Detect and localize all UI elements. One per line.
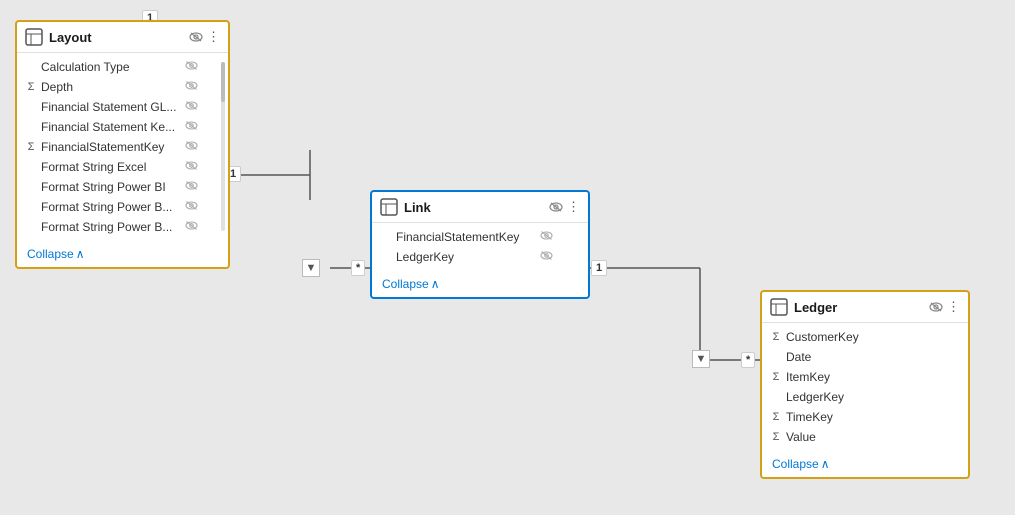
badge-ledger-star: * — [741, 352, 755, 368]
ledger-more-icon[interactable]: ⋮ — [947, 299, 960, 315]
ledger-table: Ledger ⋮ Σ CustomerKey Date — [760, 290, 970, 479]
connector-arrow-link-ledger: ▼ — [692, 350, 710, 368]
table-row: Format String Excel — [17, 157, 228, 177]
table-row: Financial Statement GL... — [17, 97, 228, 117]
ledger-table-icon — [770, 298, 788, 316]
layout-scrollbar-thumb[interactable] — [221, 62, 225, 102]
table-row: Calculation Type — [17, 57, 228, 77]
link-header-icons: ⋮ — [549, 199, 580, 215]
link-table-header: Link ⋮ — [372, 192, 588, 223]
link-table-icon — [380, 198, 398, 216]
table-row: Σ Depth — [17, 77, 228, 97]
layout-table-body: Calculation Type Σ Depth — [17, 53, 228, 241]
link-more-icon[interactable]: ⋮ — [567, 199, 580, 215]
layout-table: Layout ⋮ Calculation Type — [15, 20, 230, 269]
link-table-footer: Collapse ∧ — [372, 271, 588, 297]
link-eye-icon[interactable] — [549, 200, 563, 215]
ledger-eye-icon[interactable] — [929, 300, 943, 315]
layout-table-icon — [25, 28, 43, 46]
connector-arrow-layout-link: ▼ — [302, 259, 320, 277]
layout-table-header: Layout ⋮ — [17, 22, 228, 53]
layout-header-icons: ⋮ — [189, 29, 220, 45]
table-row: Σ Value — [762, 427, 968, 447]
table-row: Σ ItemKey — [762, 367, 968, 387]
link-collapse-button[interactable]: Collapse ∧ — [382, 277, 578, 291]
table-row: Format String Power B... — [17, 197, 228, 217]
ledger-table-body: Σ CustomerKey Date Σ ItemKey LedgerKey Σ… — [762, 323, 968, 451]
ledger-table-footer: Collapse ∧ — [762, 451, 968, 477]
layout-table-title: Layout — [49, 30, 183, 45]
link-table: Link ⋮ FinancialStatementKey — [370, 190, 590, 299]
link-table-body: FinancialStatementKey LedgerKey — [372, 223, 588, 271]
layout-collapse-button[interactable]: Collapse ∧ — [27, 247, 218, 261]
table-row: FinancialStatementKey — [372, 227, 588, 247]
ledger-header-icons: ⋮ — [929, 299, 960, 315]
table-row: Format String Power BI — [17, 177, 228, 197]
table-row: Σ CustomerKey — [762, 327, 968, 347]
diagram-canvas: 1 1 ▼ * 1 ▼ * Layout — [0, 0, 1015, 515]
ledger-table-title: Ledger — [794, 300, 923, 315]
table-row: Σ TimeKey — [762, 407, 968, 427]
ledger-collapse-button[interactable]: Collapse ∧ — [772, 457, 958, 471]
badge-link-star: * — [351, 260, 365, 276]
table-row: Format String Power B... — [17, 217, 228, 237]
link-table-title: Link — [404, 200, 543, 215]
layout-eye-icon[interactable] — [189, 30, 203, 45]
table-row: LedgerKey — [762, 387, 968, 407]
table-row: LedgerKey — [372, 247, 588, 267]
badge-link-right-1: 1 — [591, 260, 607, 276]
ledger-table-header: Ledger ⋮ — [762, 292, 968, 323]
table-row: Σ FinancialStatementKey — [17, 137, 228, 157]
table-row: Date — [762, 347, 968, 367]
layout-table-footer: Collapse ∧ — [17, 241, 228, 267]
layout-more-icon[interactable]: ⋮ — [207, 29, 220, 45]
table-row: Financial Statement Ke... — [17, 117, 228, 137]
layout-scrollbar[interactable] — [221, 62, 225, 231]
